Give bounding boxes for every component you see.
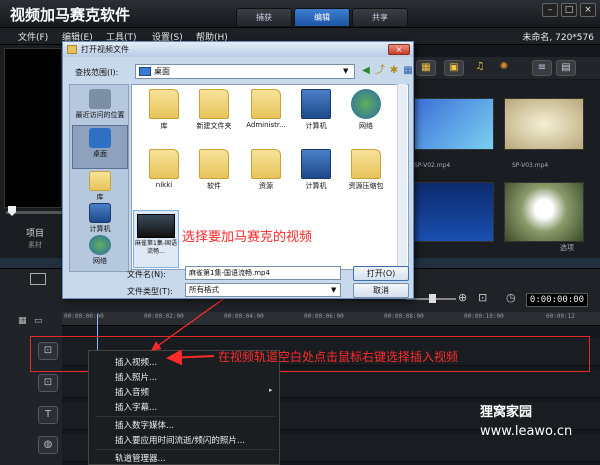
file-label: Administr... xyxy=(246,121,286,129)
look-in-dropdown[interactable]: 桌面 xyxy=(135,64,355,79)
up-folder-icon[interactable]: ⤴ xyxy=(373,64,387,78)
file-label: 资源 xyxy=(259,182,273,190)
desktop-icon xyxy=(89,128,111,148)
annotation-right-click-hint: 在视频轨道空白处点击鼠标右键选择插入视频 xyxy=(218,350,459,364)
folder-icon xyxy=(149,149,179,179)
filename-label: 文件名(N): xyxy=(127,270,166,279)
place-label: 网络 xyxy=(93,257,107,265)
chevron-down-icon[interactable]: ▼ xyxy=(331,286,336,294)
video-thumbnail-icon xyxy=(137,214,175,238)
filetype-label: 文件类型(T): xyxy=(127,287,173,296)
place-network[interactable]: 网络 xyxy=(72,233,128,277)
file-list-scrollbar[interactable] xyxy=(397,84,407,270)
folder-icon xyxy=(199,149,229,179)
file-label: 库 xyxy=(160,122,168,130)
place-label: 桌面 xyxy=(93,150,107,158)
look-in-value: 桌面 xyxy=(154,67,170,76)
new-folder-icon[interactable]: ✱ xyxy=(387,64,401,78)
view-menu-icon[interactable]: ▦ xyxy=(401,64,415,78)
open-button[interactable]: 打开(O) xyxy=(353,266,409,281)
file-label: 新建文件夹 xyxy=(196,122,232,130)
place-desktop[interactable]: 桌面 xyxy=(72,125,128,169)
file-label: 资源压缩包 xyxy=(348,182,384,190)
file-label: 麻雀第1集-国语流畅... xyxy=(135,240,177,255)
file-label: nikki xyxy=(155,181,173,189)
places-bar: 最近访问的位置 桌面 库 计算机 网络 xyxy=(69,84,129,272)
computer-icon xyxy=(301,89,331,119)
library-icon xyxy=(89,171,111,191)
folder-app-icon xyxy=(67,45,77,54)
arrow-to-context-menu xyxy=(166,349,215,366)
file-item[interactable]: 资源压缩包 xyxy=(342,147,390,203)
back-icon[interactable]: ◀ xyxy=(359,64,373,78)
annotation-select-video: 选择要加马赛克的视频 xyxy=(182,230,313,245)
file-item[interactable]: 库 xyxy=(140,87,188,143)
open-video-dialog: 打开视频文件 × 查找范围(I): 桌面 ▼ ◀ ⤴ ✱ ▦ 最近访问的位置 桌… xyxy=(62,41,414,299)
look-in-label: 查找范围(I): xyxy=(75,68,119,77)
folder-icon xyxy=(251,149,281,179)
chevron-down-icon[interactable]: ▼ xyxy=(343,67,348,75)
dialog-title: 打开视频文件 xyxy=(81,45,129,54)
file-item[interactable]: Administr... xyxy=(242,87,290,143)
network-icon xyxy=(351,89,381,119)
computer-icon xyxy=(89,203,111,223)
file-item[interactable]: 计算机 xyxy=(292,87,340,143)
recent-places-icon xyxy=(89,89,111,109)
library-icon xyxy=(149,89,179,119)
file-item[interactable]: nikki xyxy=(140,147,188,203)
video-file-item[interactable]: 麻雀第1集-国语流畅... xyxy=(133,210,179,268)
cancel-button[interactable]: 取消 xyxy=(353,283,409,298)
file-label: 网络 xyxy=(359,122,373,130)
file-item[interactable]: 计算机 xyxy=(292,147,340,203)
folder-shortcut-icon xyxy=(351,149,381,179)
file-item[interactable]: 新建文件夹 xyxy=(190,87,238,143)
file-label: 计算机 xyxy=(305,182,327,190)
file-label: 计算机 xyxy=(305,122,327,130)
desktop-icon xyxy=(139,67,151,76)
dialog-title-bar: 打开视频文件 xyxy=(63,42,413,57)
file-item[interactable]: 软件 xyxy=(190,147,238,203)
computer-shortcut-icon xyxy=(301,149,331,179)
watermark-brand: 狸窝家园 xyxy=(480,405,533,420)
filetype-select[interactable]: 所有格式 xyxy=(185,283,341,297)
filename-input[interactable]: 麻雀第1集-国语流畅.mp4 xyxy=(185,266,341,280)
file-label: 软件 xyxy=(207,182,221,190)
file-item[interactable]: 网络 xyxy=(342,87,390,143)
watermark-url: www.leawo.cn xyxy=(480,424,573,439)
place-label: 最近访问的位置 xyxy=(75,111,125,119)
file-item[interactable]: 资源 xyxy=(242,147,290,203)
user-folder-icon xyxy=(251,89,281,119)
network-icon xyxy=(89,235,111,255)
folder-icon xyxy=(199,89,229,119)
dialog-close-icon[interactable]: × xyxy=(388,44,410,55)
